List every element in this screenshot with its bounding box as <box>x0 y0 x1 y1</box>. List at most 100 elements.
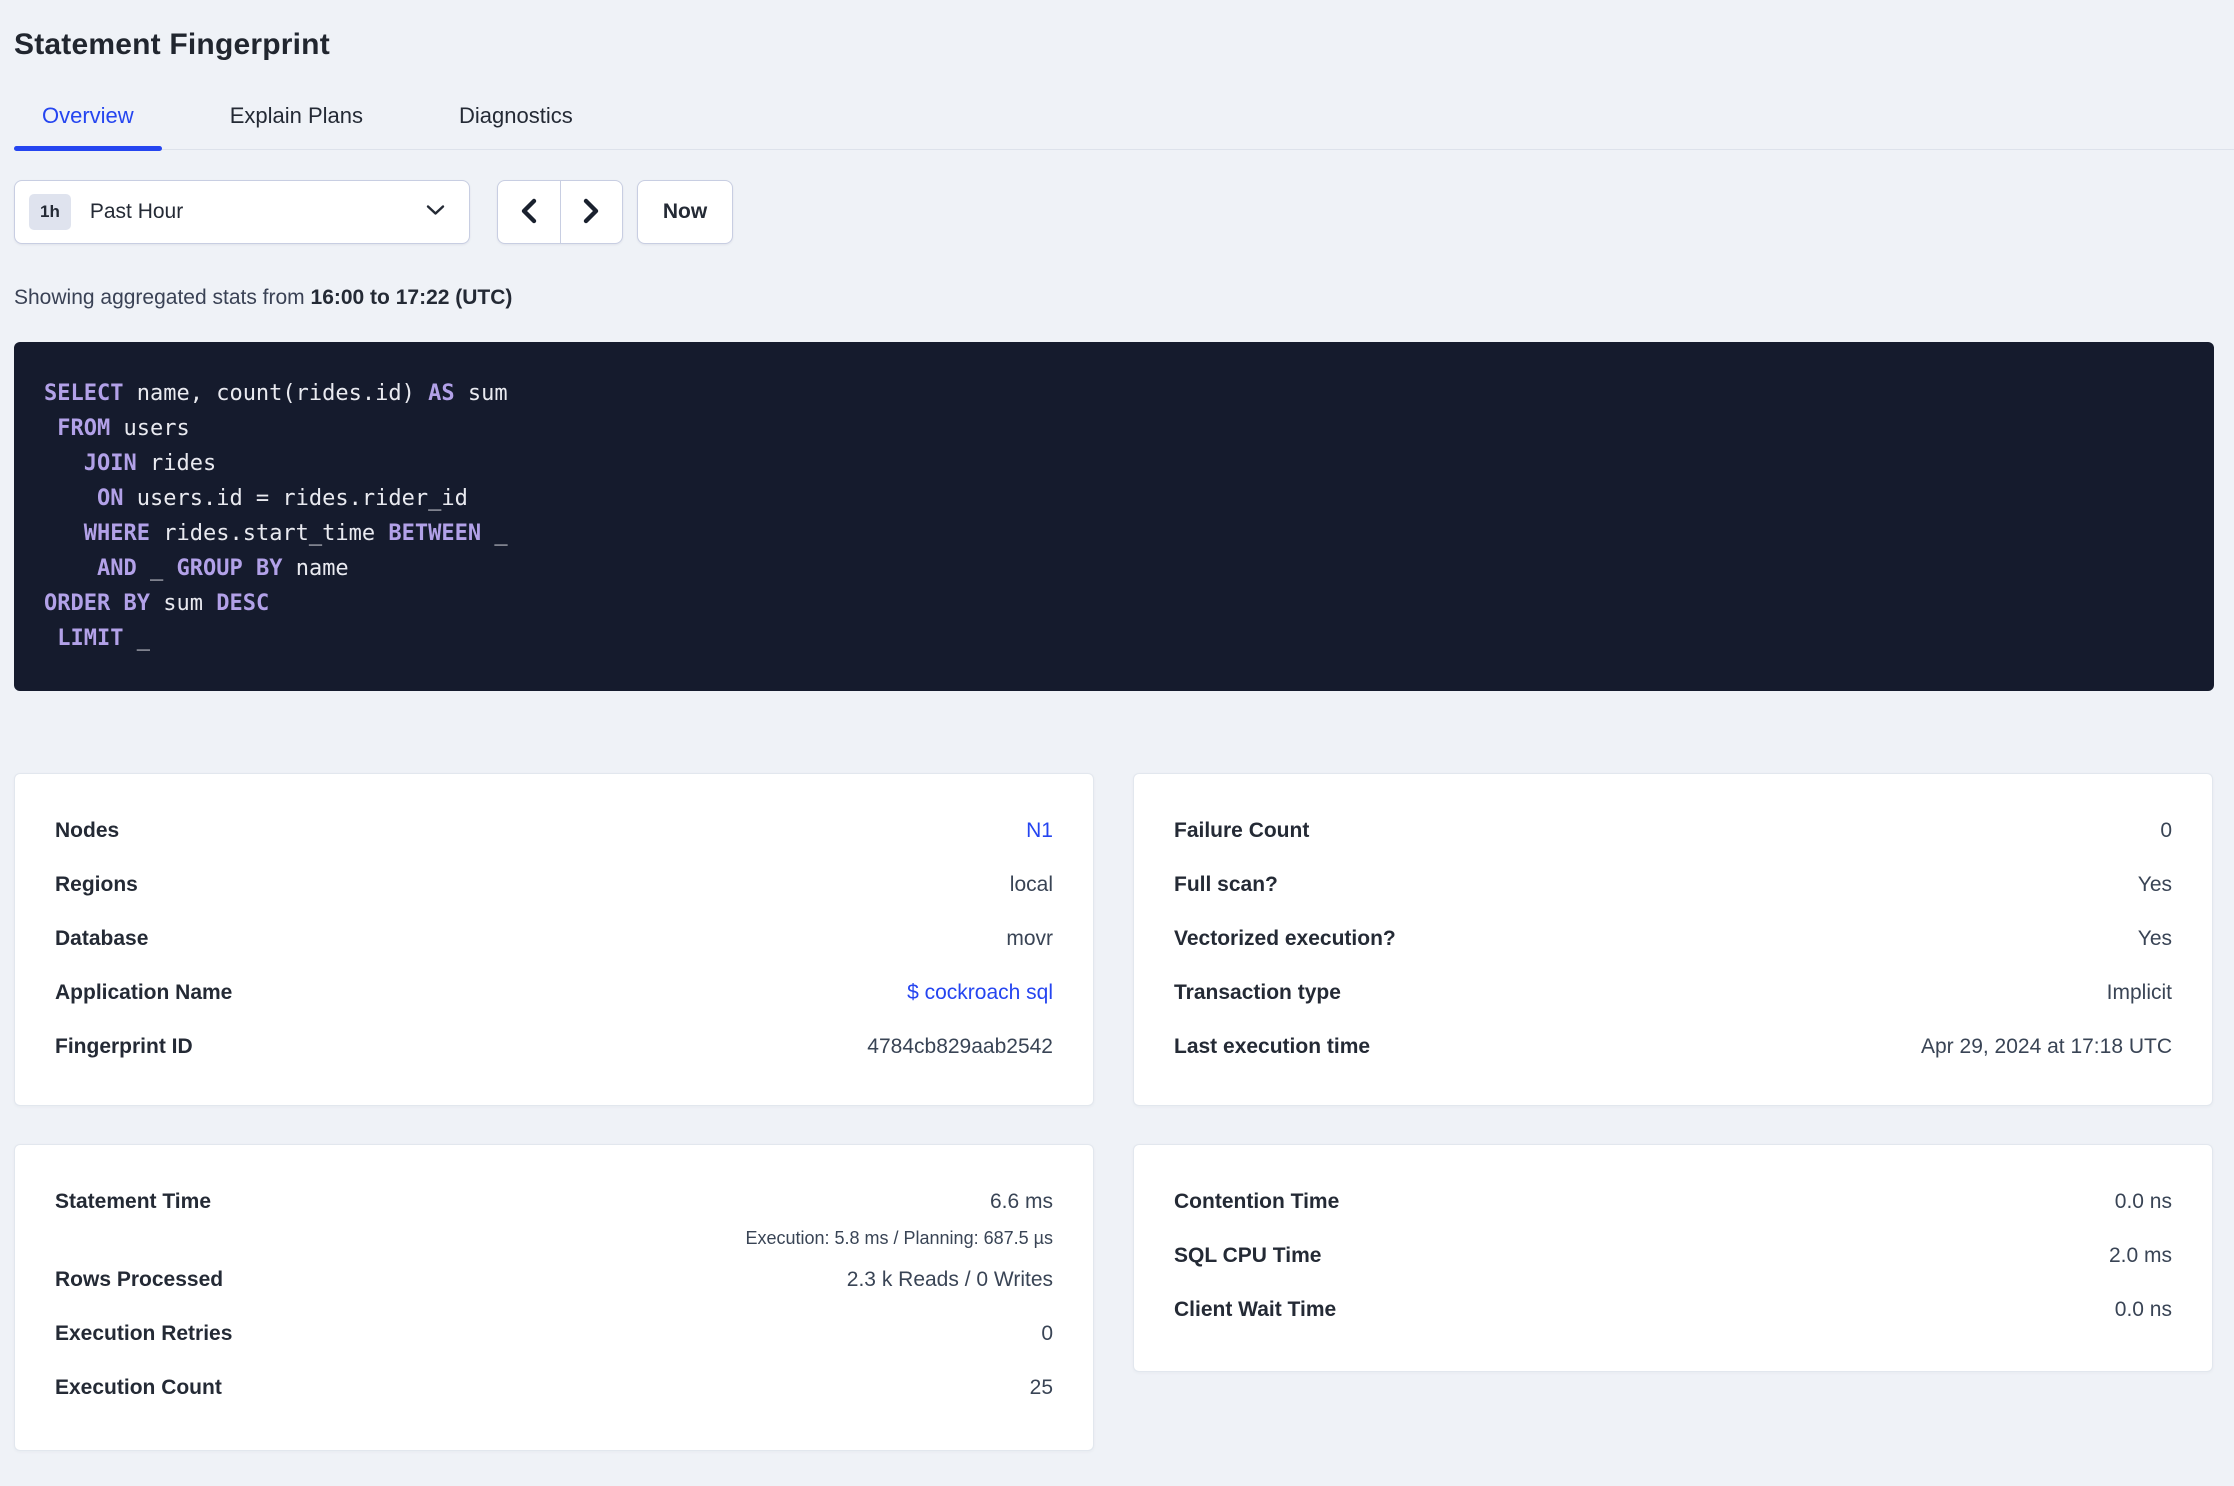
row-label: Statement Time <box>55 1190 211 1213</box>
row-value: 0 <box>1041 1322 1053 1345</box>
sql-line: SELECT name, count(rides.id) AS sum <box>44 381 508 406</box>
row-value: 0.0 ns <box>2114 1190 2172 1213</box>
row-value-wrap: $ cockroach sql <box>907 981 1053 1005</box>
card-row: Fingerprint ID 4784cb829aab2542 <box>55 1020 1053 1074</box>
aggregated-stats-prefix: Showing aggregated stats from <box>14 286 311 309</box>
row-value-wrap: 0 <box>1041 1322 1053 1346</box>
row-value-link[interactable]: N1 <box>1026 819 1053 842</box>
row-value: 0.0 ns <box>2114 1298 2172 1321</box>
row-value-wrap: local <box>1010 873 1053 897</box>
row-label: Regions <box>55 873 138 896</box>
row-label: SQL CPU Time <box>1174 1244 1322 1267</box>
card-row: SQL CPU Time 2.0 ms <box>1174 1229 2172 1283</box>
row-value: 2.3 k Reads / 0 Writes <box>846 1268 1053 1291</box>
row-value: 2.0 ms <box>2108 1244 2172 1267</box>
card-row: Execution Count 25 <box>55 1361 1053 1415</box>
sql-line: JOIN rides <box>83 451 217 476</box>
sql-line: FROM users <box>57 416 190 441</box>
time-metrics-card: Contention Time 0.0 ns SQL CPU Time 2.0 ms C… <box>1133 1144 2213 1372</box>
row-value-wrap: Apr 29, 2024 at 17:18 UTC <box>1921 1035 2172 1059</box>
row-value-wrap: 6.6 ms <box>990 1190 1053 1214</box>
time-prev-button[interactable] <box>498 181 560 243</box>
row-value-wrap: 25 <box>1030 1376 1053 1400</box>
now-button[interactable]: Now <box>637 180 733 244</box>
row-label: Database <box>55 927 149 950</box>
row-label: Execution Retries <box>55 1322 233 1345</box>
sql-line: LIMIT _ <box>57 626 150 651</box>
row-value-wrap: 0.0 ns <box>2115 1298 2172 1322</box>
sql-statement-box: SELECT name, count(rides.id) AS sum FROM… <box>14 342 2214 691</box>
card-row: Statement Time 6.6 ms <box>55 1175 1053 1229</box>
card-row: Rows Processed 2.3 k Reads / 0 Writes <box>55 1253 1053 1307</box>
chevron-left-icon <box>518 198 540 227</box>
row-value-wrap: 4784cb829aab2542 <box>867 1035 1053 1059</box>
row-label: Application Name <box>55 981 233 1004</box>
time-controls: 1h Past Hour Now <box>14 180 2214 244</box>
row-label: Execution Count <box>55 1376 222 1399</box>
time-range-dropdown[interactable]: 1h Past Hour <box>14 180 470 244</box>
row-label: Vectorized execution? <box>1174 927 1396 950</box>
tab-overview[interactable]: Overview <box>14 102 162 151</box>
card-row: Nodes N1 <box>55 804 1053 858</box>
sql-line: ON users.id = rides.rider_id <box>96 486 468 511</box>
row-value-wrap: 0.0 ns <box>2115 1190 2172 1214</box>
row-value-wrap: Yes <box>2138 873 2172 897</box>
row-label: Contention Time <box>1174 1190 1340 1213</box>
row-label: Failure Count <box>1174 819 1310 842</box>
details-cards-row: Nodes N1 Regions local Database movr Applicati… <box>14 773 2214 1106</box>
row-value-wrap: 0 <box>2160 819 2172 843</box>
row-value-wrap: Implicit <box>2107 981 2172 1005</box>
row-value: Yes <box>2137 873 2172 896</box>
card-row: Last execution time Apr 29, 2024 at 17:18… <box>1174 1020 2172 1074</box>
card-row: Database movr <box>55 912 1053 966</box>
time-pager <box>497 180 623 244</box>
row-subvalue: Execution: 5.8 ms / Planning: 687.5 µs <box>745 1228 1053 1248</box>
card-row: Client Wait Time 0.0 ns <box>1174 1283 2172 1337</box>
tab-bar: Overview Explain Plans Diagnostics <box>14 102 2234 151</box>
statement-fingerprint-page: Statement Fingerprint Overview Explain Pl… <box>0 28 2234 1486</box>
metrics-cards-row: Statement Time 6.6 ms Execution: 5.8 ms / … <box>14 1144 2214 1451</box>
row-label: Rows Processed <box>55 1268 224 1291</box>
page-title: Statement Fingerprint <box>14 28 330 61</box>
card-row: Execution Retries 0 <box>55 1307 1053 1361</box>
card-row: Failure Count 0 <box>1174 804 2172 858</box>
row-value: Apr 29, 2024 at 17:18 UTC <box>1921 1035 2172 1058</box>
row-value: 4784cb829aab2542 <box>867 1035 1053 1058</box>
card-row: Transaction type Implicit <box>1174 966 2172 1020</box>
tab-explain-plans[interactable]: Explain Plans <box>202 102 391 149</box>
time-range-label: Past Hour <box>89 200 184 223</box>
sql-line: ORDER BY sum DESC <box>44 591 270 616</box>
row-label: Full scan? <box>1174 873 1278 896</box>
row-value: movr <box>1006 927 1053 950</box>
execution-attributes-card: Failure Count 0 Full scan? Yes Vectorized ex… <box>1133 773 2213 1106</box>
card-row: Regions local <box>55 858 1053 912</box>
sql-line: WHERE rides.start_time BETWEEN _ <box>83 521 508 546</box>
row-label: Transaction type <box>1174 981 1341 1004</box>
row-value: 6.6 ms <box>989 1190 1053 1213</box>
row-label: Fingerprint ID <box>55 1035 193 1058</box>
row-value: Implicit <box>2106 981 2172 1004</box>
statement-details-card: Nodes N1 Regions local Database movr Applicati… <box>14 773 1094 1106</box>
chevron-right-icon <box>580 198 602 227</box>
chevron-down-icon <box>426 203 445 221</box>
row-value: Yes <box>2137 927 2172 950</box>
row-label: Last execution time <box>1174 1035 1371 1058</box>
row-value-wrap: 2.0 ms <box>2109 1244 2172 1268</box>
row-value: 25 <box>1029 1376 1053 1399</box>
card-row: Application Name $ cockroach sql <box>55 966 1053 1020</box>
time-range-badge: 1h <box>29 194 71 230</box>
tab-diagnostics[interactable]: Diagnostics <box>431 102 601 149</box>
row-value-link[interactable]: $ cockroach sql <box>907 981 1053 1004</box>
row-value: 0 <box>2160 819 2172 842</box>
row-value-wrap: movr <box>1006 927 1053 951</box>
card-row: Contention Time 0.0 ns <box>1174 1175 2172 1229</box>
card-row: Vectorized execution? Yes <box>1174 912 2172 966</box>
sql-line: AND _ GROUP BY name <box>96 556 349 581</box>
card-row: Full scan? Yes <box>1174 858 2172 912</box>
aggregated-stats-range: 16:00 to 17:22 (UTC) <box>310 286 513 309</box>
row-value-wrap: N1 <box>1026 819 1053 843</box>
row-value-wrap: Yes <box>2138 927 2172 951</box>
time-next-button[interactable] <box>559 181 623 243</box>
row-value: local <box>1009 873 1053 896</box>
statement-metrics-card: Statement Time 6.6 ms Execution: 5.8 ms / … <box>14 1144 1094 1451</box>
